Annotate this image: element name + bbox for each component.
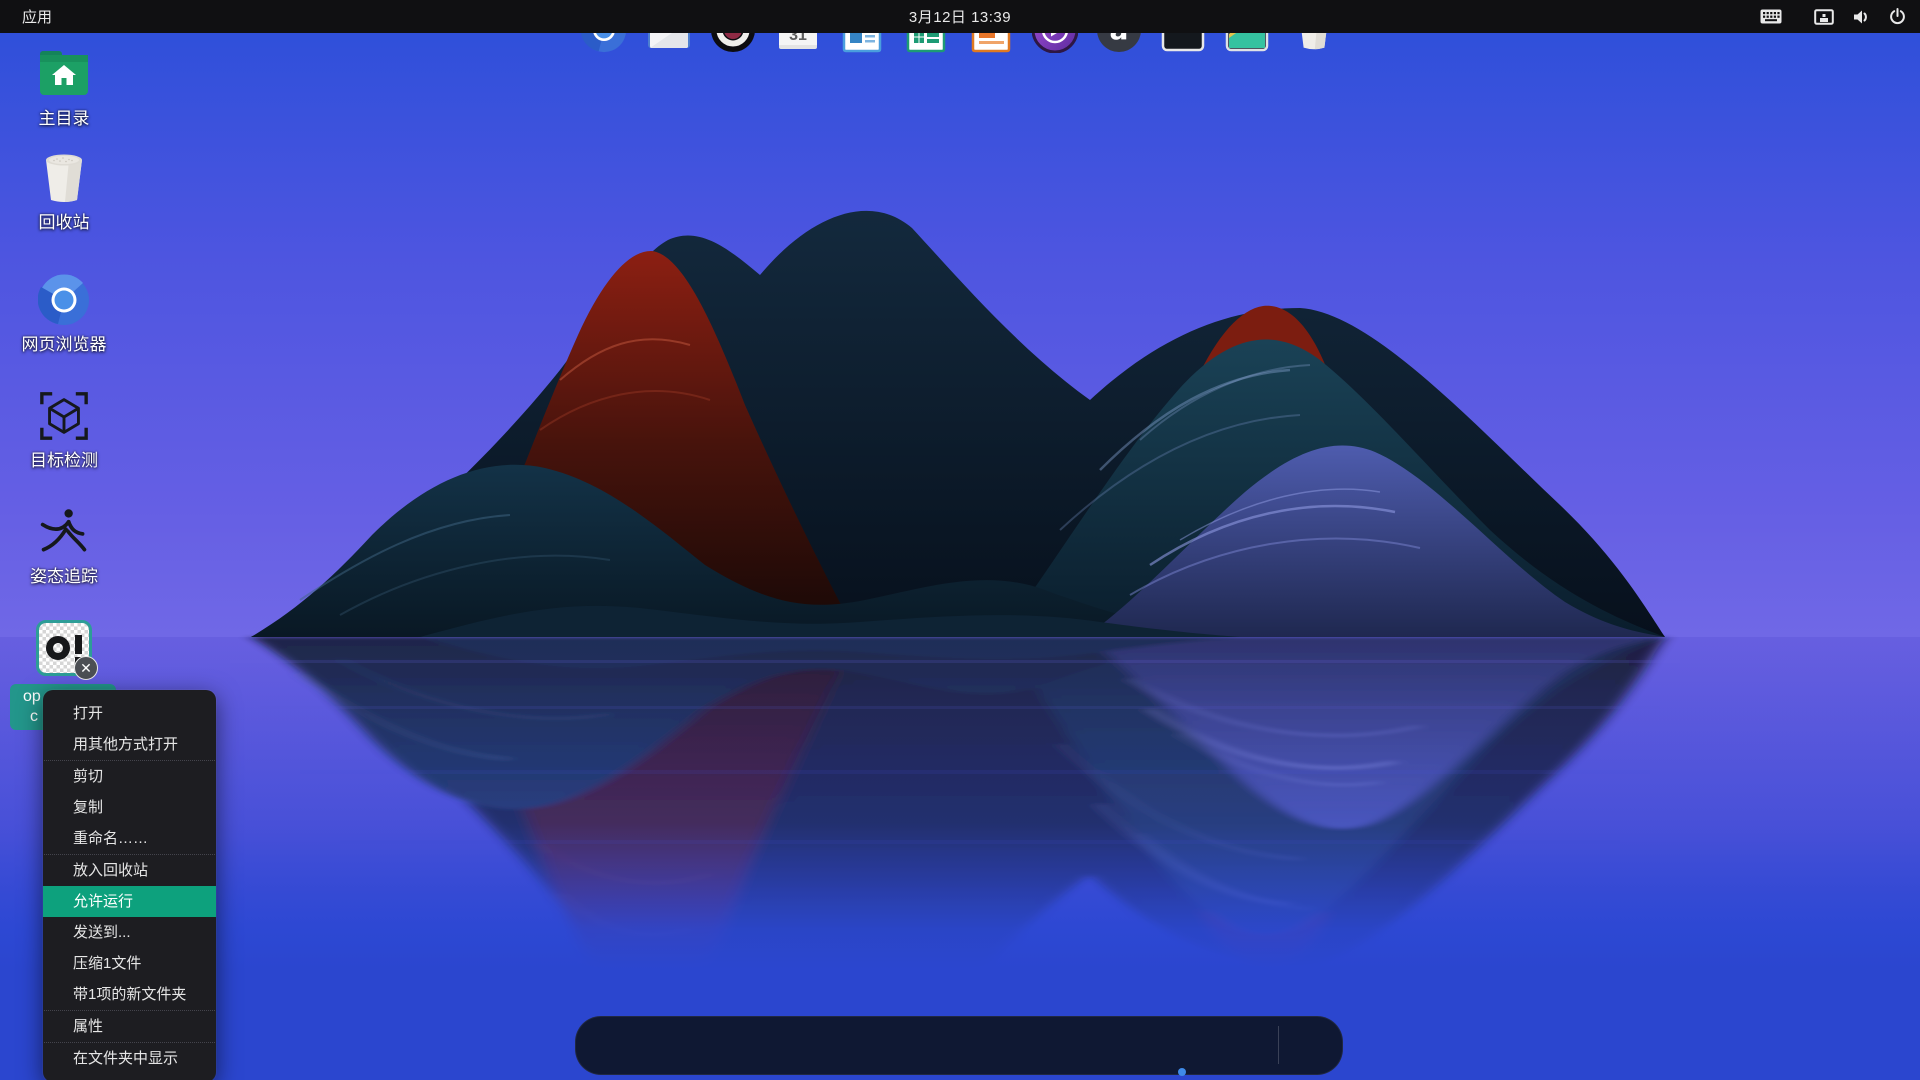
desktop-icon-oi-file[interactable]: ✕: [16, 620, 112, 676]
desktop-icon-label: 回收站: [39, 213, 90, 233]
desktop-icon-home[interactable]: 主目录: [16, 48, 112, 129]
menu-item-open-with[interactable]: 用其他方式打开: [43, 729, 216, 760]
menu-item-open[interactable]: 打开: [43, 698, 216, 729]
desktop-icon-label: 目标检测: [30, 451, 98, 471]
menu-item-compress[interactable]: 压缩1文件: [43, 948, 216, 979]
desktop-root: 应用 3月12日 13:39: [0, 0, 1920, 1080]
pose-tracking-icon: [38, 506, 90, 558]
dock-separator: [1278, 1026, 1279, 1064]
applications-menu-label: 应用: [22, 6, 52, 27]
menu-item-rename[interactable]: 重命名……: [43, 823, 216, 854]
dock: [575, 1016, 1343, 1075]
top-bar: 应用 3月12日 13:39: [0, 0, 1920, 33]
desktop-icon-object-detection[interactable]: 目标检测: [16, 390, 112, 471]
clock-label: 3月12日 13:39: [909, 6, 1011, 27]
system-tray[interactable]: [1754, 0, 1912, 33]
keyboard-icon[interactable]: [1760, 9, 1782, 24]
terminal-running-indicator: [1178, 1068, 1186, 1076]
menu-item-copy[interactable]: 复制: [43, 792, 216, 823]
desktop-icon-web-browser[interactable]: 网页浏览器: [16, 274, 112, 355]
chromium-icon: [38, 274, 90, 326]
network-icon[interactable]: [1814, 9, 1834, 25]
object-detection-icon: [38, 390, 90, 442]
desktop-icon-label: 主目录: [39, 109, 90, 129]
wallpaper-image: [0, 0, 1920, 1080]
menu-item-cut[interactable]: 剪切: [43, 761, 216, 792]
home-folder-icon: [38, 48, 90, 100]
menu-item-new-folder-with-item[interactable]: 带1项的新文件夹: [43, 979, 216, 1010]
menu-item-show-in-folder[interactable]: 在文件夹中显示: [43, 1043, 216, 1074]
applications-menu[interactable]: 应用: [14, 0, 60, 33]
context-menu: 打开 用其他方式打开 剪切 复制 重命名…… 放入回收站 允许运行 发送到...…: [43, 690, 216, 1080]
oi-logo-circle: [46, 636, 70, 660]
menu-item-move-to-trash[interactable]: 放入回收站: [43, 855, 216, 886]
menu-item-allow-launching[interactable]: 允许运行: [43, 886, 216, 917]
desktop-icon-label: 姿态追踪: [30, 567, 98, 587]
menu-item-properties[interactable]: 属性: [43, 1011, 216, 1042]
trash-icon: [38, 152, 90, 204]
volume-icon[interactable]: [1852, 9, 1871, 25]
unverified-x-badge: ✕: [74, 656, 98, 680]
desktop-icon-pose-tracking[interactable]: 姿态追踪: [16, 506, 112, 587]
desktop-icon-label: 网页浏览器: [22, 335, 107, 355]
menu-item-send-to[interactable]: 发送到...: [43, 917, 216, 948]
power-icon[interactable]: [1889, 8, 1906, 25]
desktop-icon-trash[interactable]: 回收站: [16, 152, 112, 233]
clock[interactable]: 3月12日 13:39: [909, 0, 1011, 33]
